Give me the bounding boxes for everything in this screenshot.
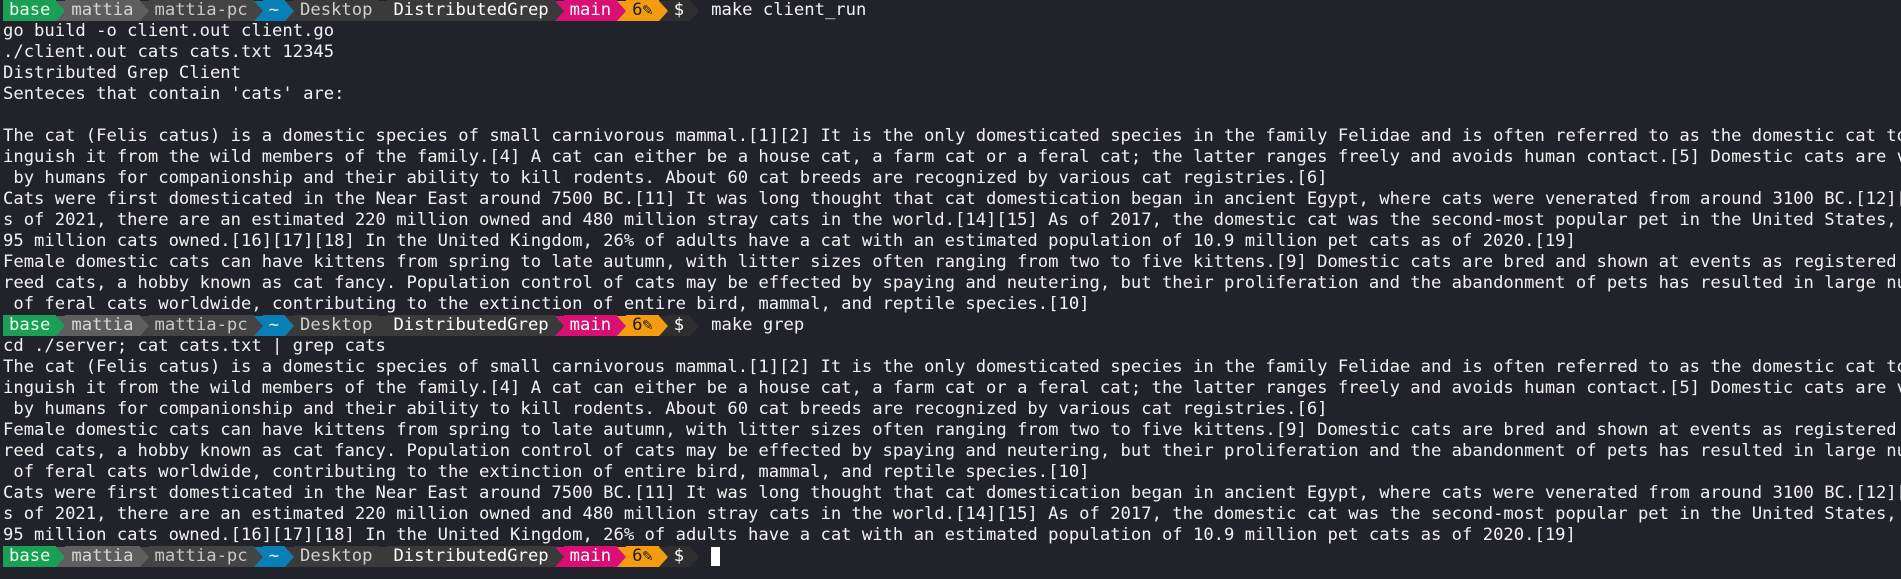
prompt-segment-home-dir: ~ <box>262 315 285 336</box>
output-line: The cat (Felis catus) is a domestic spec… <box>3 126 1901 146</box>
powerline-separator-icon <box>253 546 263 567</box>
output-line: The cat (Felis catus) is a domestic spec… <box>3 357 1901 377</box>
powerline-separator-icon <box>56 0 66 21</box>
prompt-segment-git-changes: 6✎ <box>626 315 659 336</box>
powerline-separator-icon <box>617 315 627 336</box>
output-line: reed cats, a hobby known as cat fancy. P… <box>3 441 1901 461</box>
prompt-line: base mattia mattia-pc ~ Desktop DistributedGr… <box>3 315 1901 336</box>
prompt-segment-git-branch: main <box>563 546 618 567</box>
powerline-separator-icon <box>554 0 564 21</box>
prompt-segment-user: mattia <box>65 315 140 336</box>
prompt-segment-host: mattia-pc <box>148 546 254 567</box>
output-line: ./client.out cats cats.txt 12345 <box>3 42 335 62</box>
prompt-segment-home-dir: ~ <box>262 0 285 21</box>
prompt-segment-home-dir: ~ <box>262 546 285 567</box>
text-cursor[interactable] <box>711 547 721 566</box>
powerline-separator-icon <box>690 315 700 336</box>
output-line: by humans for companionship and their ab… <box>3 168 1328 188</box>
output-line: of feral cats worldwide, contributing to… <box>3 294 1090 314</box>
powerline-separator-icon <box>658 546 668 567</box>
powerline-separator-icon <box>285 0 294 21</box>
powerline-separator-icon <box>554 546 564 567</box>
prompt-segment-host: mattia-pc <box>148 315 254 336</box>
output-line: Cats were first domesticated in the Near… <box>3 189 1901 209</box>
output-line: s of 2021, there are an estimated 220 mi… <box>3 504 1901 524</box>
output-line: 95 million cats owned.[16][17][18] In th… <box>3 525 1576 545</box>
prompt-line: base mattia mattia-pc ~ Desktop DistributedGr… <box>3 546 1901 567</box>
powerline-separator-icon <box>690 0 700 21</box>
output-line: inguish it from the wild members of the … <box>3 378 1901 398</box>
powerline-separator-icon <box>554 315 564 336</box>
prompt-segment-conda-env: base <box>3 0 57 21</box>
prompt-segment-dir: Desktop <box>294 0 379 21</box>
powerline-separator-icon <box>617 546 627 567</box>
prompt-segment-host: mattia-pc <box>148 0 254 21</box>
prompt-segment-conda-env: base <box>3 315 57 336</box>
powerline-separator-icon <box>378 0 388 21</box>
prompt-segment-user: mattia <box>65 0 140 21</box>
output-line: by humans for companionship and their ab… <box>3 399 1328 419</box>
prompt-line: base mattia mattia-pc ~ Desktop DistributedGr… <box>3 0 1901 21</box>
powerline-separator-icon <box>56 546 66 567</box>
output-line: go build -o client.out client.go <box>3 21 335 41</box>
powerline-separator-icon <box>253 315 263 336</box>
powerline-separator-icon <box>139 546 149 567</box>
powerline-separator-icon <box>658 0 668 21</box>
terminal-window[interactable]: base mattia mattia-pc ~ Desktop DistributedGr… <box>0 0 1901 579</box>
prompt-segment-git-changes: 6✎ <box>626 0 659 21</box>
prompt-segment-dir: Desktop <box>294 546 379 567</box>
output-line: Distributed Grep Client <box>3 63 241 83</box>
powerline-separator-icon <box>658 315 668 336</box>
powerline-separator-icon <box>253 0 263 21</box>
powerline-separator-icon <box>285 546 294 567</box>
output-line: Cats were first domesticated in the Near… <box>3 483 1901 503</box>
output-line: of feral cats worldwide, contributing to… <box>3 462 1090 482</box>
powerline-separator-icon <box>690 546 700 567</box>
prompt-segment-user: mattia <box>65 546 140 567</box>
prompt-segment-conda-env: base <box>3 546 57 567</box>
powerline-separator-icon <box>139 0 149 21</box>
output-line: inguish it from the wild members of the … <box>3 147 1901 167</box>
output-line: s of 2021, there are an estimated 220 mi… <box>3 210 1901 230</box>
output-line: reed cats, a hobby known as cat fancy. P… <box>3 273 1901 293</box>
prompt-segment-prompt-symbol: $ <box>667 0 691 21</box>
prompt-segment-dir: DistributedGrep <box>387 0 555 21</box>
output-line: 95 million cats owned.[16][17][18] In th… <box>3 231 1576 251</box>
output-line: Senteces that contain 'cats' are: <box>3 84 345 104</box>
prompt-segment-git-branch: main <box>563 315 618 336</box>
typed-command: make grep <box>711 315 805 335</box>
powerline-separator-icon <box>139 315 149 336</box>
prompt-segment-git-branch: main <box>563 0 618 21</box>
output-line: cd ./server; cat cats.txt | grep cats <box>3 336 386 356</box>
powerline-separator-icon <box>56 315 66 336</box>
powerline-separator-icon <box>378 315 388 336</box>
prompt-segment-dir: DistributedGrep <box>387 315 555 336</box>
powerline-separator-icon <box>378 546 388 567</box>
prompt-segment-git-changes: 6✎ <box>626 546 659 567</box>
powerline-separator-icon <box>617 0 627 21</box>
output-line: Female domestic cats can have kittens fr… <box>3 252 1901 272</box>
prompt-segment-dir: Desktop <box>294 315 379 336</box>
prompt-segment-prompt-symbol: $ <box>667 546 691 567</box>
prompt-segment-dir: DistributedGrep <box>387 546 555 567</box>
powerline-separator-icon <box>285 315 294 336</box>
prompt-segment-prompt-symbol: $ <box>667 315 691 336</box>
output-line: Female domestic cats can have kittens fr… <box>3 420 1901 440</box>
typed-command: make client_run <box>711 0 867 20</box>
